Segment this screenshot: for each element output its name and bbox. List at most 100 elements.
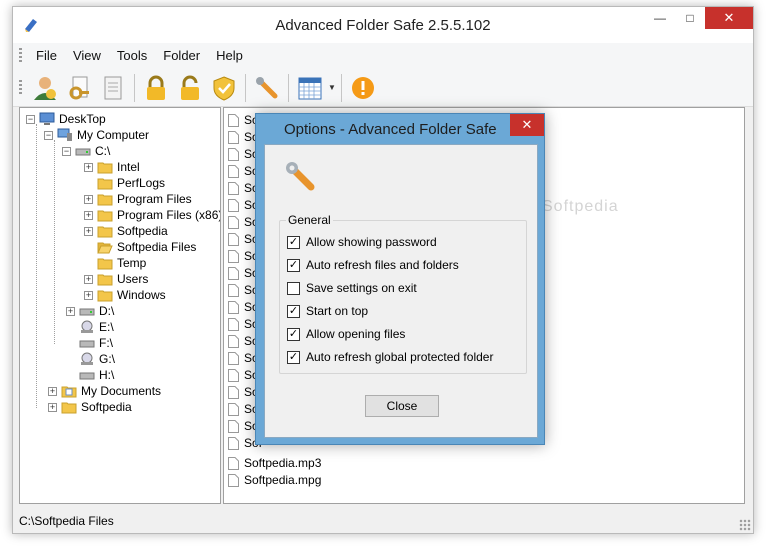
file-icon bbox=[228, 436, 239, 450]
folder-icon bbox=[61, 402, 77, 414]
list-item[interactable]: Softpedia.mp3 bbox=[228, 455, 321, 471]
folder-open-icon bbox=[97, 242, 113, 254]
menu-file[interactable]: File bbox=[28, 43, 65, 69]
tree-item-label: D:\ bbox=[99, 304, 115, 318]
option-allow-showing-password[interactable]: ✓ Allow showing password bbox=[287, 234, 437, 250]
tree-item-label: Softpedia bbox=[81, 400, 132, 414]
option-allow-opening-files[interactable]: ✓ Allow opening files bbox=[287, 326, 405, 342]
checkbox[interactable]: ✓ bbox=[287, 350, 300, 364]
tree-item-folder[interactable]: + Program Files (x86) bbox=[84, 207, 220, 223]
menu-tools[interactable]: Tools bbox=[109, 43, 155, 69]
chevron-down-icon[interactable]: ▼ bbox=[327, 83, 337, 92]
shield-icon bbox=[213, 75, 235, 101]
expand-icon[interactable]: + bbox=[84, 290, 93, 300]
option-label: Auto refresh files and folders bbox=[306, 258, 459, 272]
tree-item-drive[interactable]: G:\ bbox=[79, 351, 115, 367]
dialog-body: General ✓ Allow showing password ✓ Auto … bbox=[264, 144, 538, 438]
checkbox[interactable]: ✓ bbox=[287, 304, 300, 318]
close-icon[interactable]: ✕ bbox=[705, 7, 753, 29]
toolbar-separator bbox=[341, 73, 342, 102]
tree-item-drive-c[interactable]: − C:\ bbox=[62, 143, 110, 159]
tree-item-label: Windows bbox=[117, 288, 166, 302]
title-bar[interactable]: Advanced Folder Safe 2.5.5.102 — □ ✕ bbox=[13, 7, 753, 43]
tree-item-label: E:\ bbox=[99, 320, 114, 334]
tree-item-folder[interactable]: Temp bbox=[97, 255, 146, 271]
checkbox[interactable]: ✓ bbox=[287, 327, 300, 341]
tree-item-folder-selected[interactable]: Softpedia Files bbox=[97, 239, 196, 255]
file-icon bbox=[228, 473, 239, 487]
tree-item-folder[interactable]: + Intel bbox=[84, 159, 140, 175]
file-icon bbox=[228, 181, 239, 195]
lock-button[interactable] bbox=[139, 71, 173, 105]
option-start-on-top[interactable]: ✓ Start on top bbox=[287, 303, 368, 319]
tree-item-folder[interactable]: + Windows bbox=[84, 287, 166, 303]
tree-item-desktop[interactable]: − DeskTop bbox=[26, 111, 106, 127]
option-auto-refresh-global[interactable]: ✓ Auto refresh global protected folder bbox=[287, 349, 493, 365]
expand-icon[interactable]: + bbox=[48, 402, 57, 412]
warning-button[interactable] bbox=[346, 71, 380, 105]
menu-bar: File View Tools Folder Help bbox=[13, 43, 753, 69]
tree-item-label: My Documents bbox=[81, 384, 162, 398]
tree-item-my-documents[interactable]: + My Documents bbox=[48, 383, 161, 399]
tree-item-drive[interactable]: F:\ bbox=[79, 335, 113, 351]
menu-view[interactable]: View bbox=[65, 43, 109, 69]
tree-item-my-computer[interactable]: − My Computer bbox=[44, 127, 149, 143]
tree-item-drive[interactable]: + D:\ bbox=[66, 303, 114, 319]
file-icon bbox=[228, 215, 239, 229]
lock-closed-icon bbox=[147, 75, 165, 100]
toolbar: ▼ bbox=[13, 69, 753, 107]
cd-drive-icon bbox=[81, 320, 93, 333]
folder-tree[interactable]: − DeskTop − My Computer − C:\ + Intel Pe… bbox=[19, 107, 221, 504]
checkbox[interactable]: ✓ bbox=[287, 258, 300, 272]
tree-item-folder[interactable]: + Users bbox=[84, 271, 148, 287]
collapse-icon[interactable]: − bbox=[26, 114, 35, 124]
expand-icon[interactable]: + bbox=[66, 306, 75, 316]
file-icon bbox=[228, 130, 239, 144]
collapse-icon[interactable]: − bbox=[62, 146, 71, 156]
document-button[interactable] bbox=[96, 71, 130, 105]
tree-item-label: G:\ bbox=[99, 352, 116, 366]
tree-item-label: Softpedia Files bbox=[117, 240, 197, 254]
shield-button[interactable] bbox=[207, 71, 241, 105]
checkbox[interactable] bbox=[287, 281, 300, 295]
option-label: Auto refresh global protected folder bbox=[306, 350, 494, 364]
unlock-button[interactable] bbox=[173, 71, 207, 105]
expand-icon[interactable]: + bbox=[84, 274, 93, 284]
expand-icon[interactable]: + bbox=[84, 194, 93, 204]
expand-icon[interactable]: + bbox=[84, 226, 93, 236]
folder-icon bbox=[97, 290, 113, 302]
tree-item-label: Softpedia bbox=[117, 224, 168, 238]
options-dialog: Options - Advanced Folder Safe ✕ General… bbox=[255, 113, 545, 445]
list-item[interactable]: Softpedia.mpg bbox=[228, 472, 321, 488]
tree-item-softpedia[interactable]: + Softpedia bbox=[48, 399, 132, 415]
option-save-settings-on-exit[interactable]: Save settings on exit bbox=[287, 280, 417, 296]
option-auto-refresh-files[interactable]: ✓ Auto refresh files and folders bbox=[287, 257, 459, 273]
close-button[interactable]: Close bbox=[365, 395, 439, 417]
tree-item-folder[interactable]: + Program Files bbox=[84, 191, 192, 207]
resize-grip-icon[interactable] bbox=[739, 519, 751, 531]
folder-icon bbox=[97, 210, 113, 222]
close-icon[interactable]: ✕ bbox=[510, 114, 544, 136]
tree-item-label: C:\ bbox=[95, 144, 111, 158]
tree-item-drive[interactable]: E:\ bbox=[79, 319, 114, 335]
tree-item-drive[interactable]: H:\ bbox=[79, 367, 114, 383]
minimize-icon[interactable]: — bbox=[645, 7, 675, 29]
tree-item-label: Program Files bbox=[117, 192, 192, 206]
checkbox[interactable]: ✓ bbox=[287, 235, 300, 249]
maximize-icon[interactable]: □ bbox=[675, 7, 705, 29]
expand-icon[interactable]: + bbox=[48, 386, 57, 396]
key-button[interactable] bbox=[62, 71, 96, 105]
expand-icon[interactable]: + bbox=[84, 210, 93, 220]
options-button[interactable] bbox=[250, 71, 284, 105]
folder-icon bbox=[97, 162, 113, 174]
collapse-icon[interactable]: − bbox=[44, 130, 53, 140]
tree-item-folder[interactable]: PerfLogs bbox=[97, 175, 165, 191]
user-add-button[interactable] bbox=[28, 71, 62, 105]
tree-item-folder[interactable]: + Softpedia bbox=[84, 223, 168, 239]
calendar-button[interactable] bbox=[293, 71, 327, 105]
tree-item-label: PerfLogs bbox=[117, 176, 166, 190]
menu-help[interactable]: Help bbox=[208, 43, 251, 69]
file-name: Softpedia.mpg bbox=[244, 473, 322, 487]
menu-folder[interactable]: Folder bbox=[155, 43, 208, 69]
expand-icon[interactable]: + bbox=[84, 162, 93, 172]
